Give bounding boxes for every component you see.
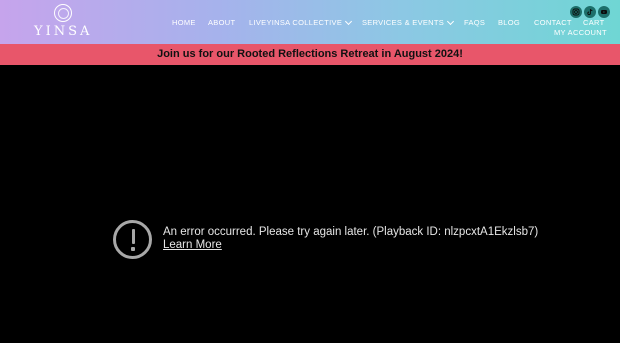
nav-item-liveyinsa-collective[interactable]: LIVEYINSA COLLECTIVE: [249, 17, 353, 27]
error-icon: [113, 220, 152, 259]
announcement-text[interactable]: Join us for our Rooted Reflections Retre…: [157, 44, 463, 65]
my-account-link[interactable]: MY ACCOUNT: [554, 28, 607, 37]
chevron-down-icon: [345, 17, 353, 26]
nav-item-faqs[interactable]: FAQS: [464, 18, 485, 27]
nav-item-contact[interactable]: CONTACT: [534, 18, 572, 27]
learn-more-link[interactable]: Learn More: [163, 239, 222, 251]
logo-mark-icon: [54, 4, 72, 22]
site-header: YINSA HOME ABOUT LIVEYINSA COLLECTIVE SE…: [0, 0, 620, 44]
logo-text: YINSA: [34, 24, 93, 39]
instagram-icon[interactable]: [570, 6, 582, 18]
error-message: An error occurred. Please try again late…: [163, 226, 539, 238]
announcement-banner[interactable]: Join us for our Rooted Reflections Retre…: [0, 44, 620, 65]
nav-item-cart[interactable]: CART: [583, 18, 604, 27]
youtube-icon[interactable]: [598, 6, 610, 18]
video-player[interactable]: An error occurred. Please try again late…: [0, 65, 620, 343]
tiktok-icon[interactable]: [584, 6, 596, 18]
nav-item-services-events[interactable]: SERVICES & EVENTS: [362, 17, 455, 27]
logo[interactable]: YINSA: [34, 4, 92, 42]
chevron-down-icon: [447, 17, 455, 26]
nav-item-about[interactable]: ABOUT: [208, 18, 235, 27]
nav-item-home[interactable]: HOME: [172, 18, 196, 27]
nav-item-blog[interactable]: BLOG: [498, 18, 520, 27]
